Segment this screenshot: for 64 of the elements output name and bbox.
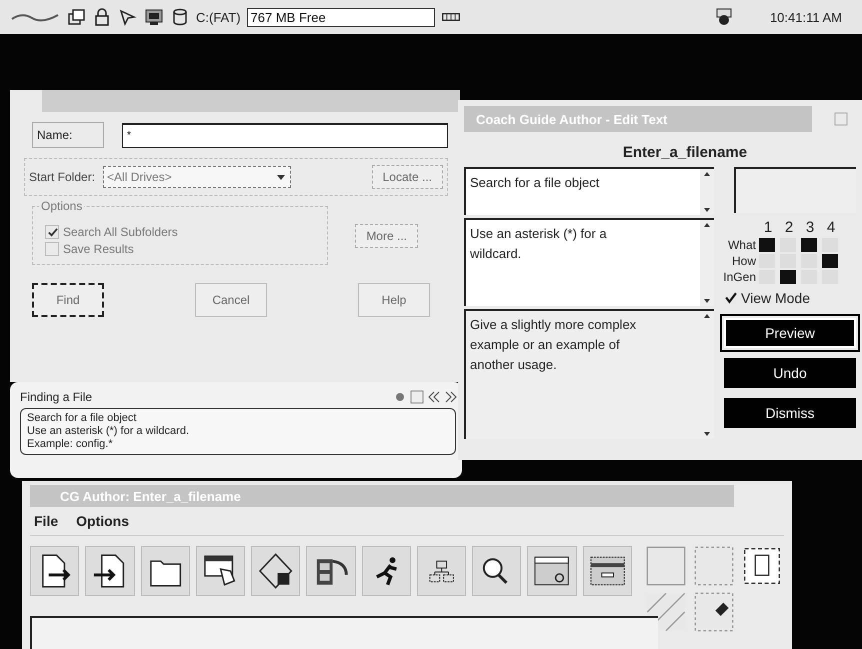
- dialog-button[interactable]: Help: [358, 283, 430, 317]
- help-line: Search for a file object: [27, 412, 138, 425]
- help-line: Use an asterisk (*) for a wildcard.: [27, 425, 190, 438]
- options-label: Options: [39, 199, 84, 213]
- window-title: CG Author: Enter_a_filename: [60, 488, 241, 504]
- view-mode-checkbox[interactable]: View Mode: [724, 290, 856, 306]
- row-label: How: [730, 254, 756, 268]
- forward-icon[interactable]: [444, 390, 458, 404]
- windows-icon[interactable]: [66, 7, 86, 27]
- grid-cell[interactable]: [759, 238, 775, 252]
- text-area[interactable]: Search for a file object: [464, 167, 714, 215]
- runner-icon[interactable]: [362, 546, 411, 596]
- pointer-icon[interactable]: [118, 7, 138, 27]
- stamp-icon[interactable]: [742, 546, 782, 586]
- back-icon[interactable]: [427, 390, 441, 404]
- row-label: InGen: [722, 270, 756, 284]
- monitor-icon[interactable]: [144, 7, 164, 27]
- menu-item[interactable]: Options: [76, 513, 130, 529]
- window-title: Coach Guide Author - Edit Text: [476, 112, 668, 126]
- drive-label: C:(FAT): [196, 10, 241, 24]
- option-checkbox[interactable]: Search All Subfolders: [45, 225, 315, 239]
- scrollbar[interactable]: [700, 220, 714, 306]
- text-field[interactable]: [30, 616, 658, 649]
- option-checkbox[interactable]: Save Results: [45, 242, 315, 256]
- menu-item[interactable]: File: [34, 513, 58, 529]
- coach-heading: Enter_a_filename: [622, 144, 748, 161]
- column-number: 4: [826, 219, 836, 236]
- text-area[interactable]: Use an asterisk (*) for a wildcard.: [464, 218, 714, 306]
- more-button[interactable]: More ...: [355, 224, 418, 248]
- tag-icon[interactable]: [694, 592, 734, 632]
- check-icon: [46, 226, 58, 238]
- coach-button[interactable]: Dismiss: [724, 398, 856, 428]
- locate-button[interactable]: Locate ...: [372, 165, 443, 189]
- help-line: Example: config.*: [27, 438, 114, 451]
- name-label: Name:: [32, 122, 104, 148]
- window-search-icon[interactable]: [527, 546, 577, 596]
- folder-icon[interactable]: [140, 546, 190, 596]
- grid-cell[interactable]: [801, 238, 817, 252]
- help-title: Finding a File: [20, 390, 92, 404]
- dialog-button[interactable]: Find: [32, 283, 104, 317]
- export-file-icon[interactable]: [30, 546, 80, 596]
- row-label: What: [726, 238, 756, 252]
- start-folder-label: Start Folder:: [29, 170, 96, 184]
- hierarchy-icon[interactable]: [416, 546, 466, 596]
- start-folder-dropdown[interactable]: <All Drives>: [103, 166, 292, 188]
- dialog-button[interactable]: Cancel: [195, 283, 267, 317]
- column-number: 3: [804, 219, 816, 236]
- window-icon[interactable]: [582, 546, 632, 596]
- free-space-field: 767 MB Free: [246, 8, 435, 26]
- name-field[interactable]: *: [122, 122, 448, 148]
- lock-icon[interactable]: [92, 7, 112, 27]
- text-area[interactable]: Give a slightly more complex example or an example of another usage.: [464, 309, 714, 439]
- import-file-icon[interactable]: [85, 546, 135, 596]
- column-number: 2: [784, 219, 794, 236]
- clock: 10:41:11 AM: [770, 10, 842, 24]
- grid-cell[interactable]: [780, 270, 796, 284]
- check-icon: [724, 291, 737, 304]
- column-number: 1: [762, 219, 774, 236]
- grid-cell[interactable]: [822, 254, 838, 268]
- scrollbar[interactable]: [700, 169, 714, 215]
- film-icon[interactable]: [306, 546, 356, 596]
- hand-window-icon[interactable]: [196, 546, 246, 596]
- coach-button[interactable]: Undo: [724, 358, 856, 388]
- magnifier-icon[interactable]: [472, 546, 522, 596]
